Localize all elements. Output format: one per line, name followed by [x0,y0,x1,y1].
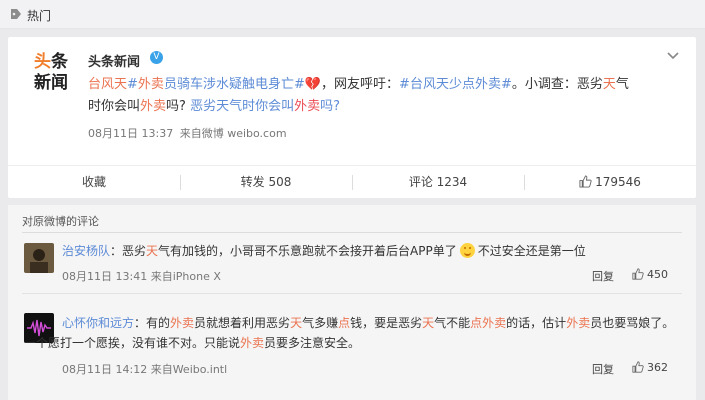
reply-button[interactable]: 回复 [592,361,614,377]
comment-meta: 08月11日 14:12 来自Weibo.intl [62,363,228,376]
broken-heart-icon: 💔 [304,77,322,92]
commenter-name[interactable]: 心怀你和远方 [62,316,134,330]
top-bar: 热门 [0,0,705,29]
post-meta: 08月11日 13:37 来自微博 weibo.com [88,127,287,140]
comment-like-button[interactable]: 450 [632,268,668,281]
post-date[interactable]: 08月11日 13:37 [88,127,173,140]
post-content: 台风天#外卖员骑车涉水疑触电身亡#💔，网友呼吁：#台风天少点外卖#。小调查：恶劣… [88,77,629,114]
thumbs-up-icon [579,175,592,188]
comment-button[interactable]: 评论 1234 [352,166,524,199]
thumbs-up-icon [632,361,644,373]
commenter-name[interactable]: 治安杨队 [62,244,110,258]
author-name[interactable]: 头条新闻 [88,51,140,70]
avatar[interactable] [24,243,54,273]
post-source[interactable]: 微博 weibo.com [202,127,287,140]
repost-button[interactable]: 转发 508 [180,166,352,199]
comment-meta: 08月11日 13:41 来自iPhone X [62,270,221,283]
favorite-button[interactable]: 收藏 [8,166,180,199]
post-actions: 收藏 转发 508 评论 1234 179546 [8,165,696,199]
comment-text-continued: 一个愿打一个愿挨，没有谁不对。只能说外卖员要多注意安全。 [24,336,361,350]
comments-heading: 对原微博的评论 [22,215,99,228]
like-button[interactable]: 179546 [524,166,696,199]
comments-panel: 对原微博的评论 治安杨队：恶劣天气有加钱的，小哥哥不乐意跑就不会接开着后台APP… [8,205,696,400]
weibo-post-card: 头条 新闻 头条新闻 V 台风天#外卖员骑车涉水疑触电身亡#💔，网友呼吁：#台风… [8,37,696,198]
like-count: 179546 [595,175,641,189]
tag-icon [11,9,21,19]
thumbs-up-icon [632,268,644,280]
topic-link[interactable]: #台风天少点外卖# [399,77,512,92]
smile-emoji-icon [459,243,475,258]
poll-link[interactable]: 恶劣天气时你会叫外卖吗? [186,99,340,114]
verified-icon: V [150,51,163,64]
author-avatar[interactable]: 头条 新闻 [32,51,76,95]
comment-like-button[interactable]: 362 [632,361,668,374]
section-title: 热门 [27,9,52,23]
chevron-down-icon[interactable] [666,49,680,63]
comment-text: 心怀你和远方：有的外卖员就想着利用恶劣天气多赚点钱，要是恶劣天气不能点外卖的话，… [62,316,675,330]
reply-button[interactable]: 回复 [592,268,614,284]
comment-text: 治安杨队：恶劣天气有加钱的，小哥哥不乐意跑就不会接开着后台APP单了 不过安全还是… [62,243,586,258]
